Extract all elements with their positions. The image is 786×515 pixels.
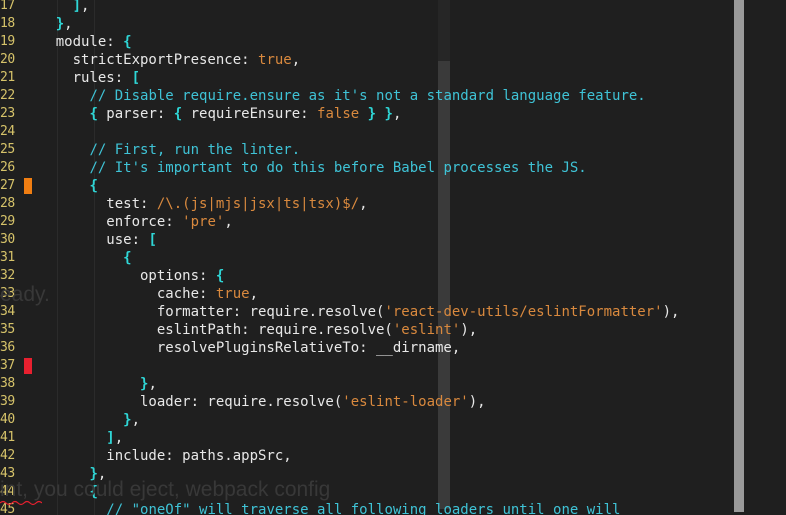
code-line[interactable]: { parser: { requireEnsure: false } }, [22, 105, 734, 123]
code-line[interactable]: cache: true, [22, 285, 734, 303]
line-number: 38 [0, 376, 15, 391]
line-number: 39 [0, 394, 15, 409]
line-number: 17 [0, 0, 15, 13]
code-line[interactable]: rules: [ [22, 69, 734, 87]
code-line[interactable]: { [22, 249, 734, 267]
code-line[interactable]: }, [22, 15, 734, 33]
overlay-text-eject: int, you could eject, webpack config [0, 478, 331, 501]
code-line[interactable]: { [22, 177, 734, 195]
code-line[interactable]: }, [22, 411, 734, 429]
code-content[interactable]: ], }, module: { strictExportPresence: tr… [22, 0, 734, 515]
error-squiggle [0, 500, 42, 506]
gutter-change-marker [24, 178, 32, 194]
line-number: 18 [0, 16, 15, 31]
code-line[interactable]: strictExportPresence: true, [22, 51, 734, 69]
line-number: 40 [0, 412, 15, 427]
overlay-text-ready: eady. [0, 283, 50, 306]
line-number-gutter: 17 18 19 20 21 22 23 24 25 26 27 28 29 30 31 32 33 34 35 36… [0, 0, 22, 515]
line-number: 21 [0, 70, 15, 85]
code-line[interactable]: loader: require.resolve('eslint-loader')… [22, 393, 734, 411]
code-line[interactable]: include: paths.appSrc, [22, 447, 734, 465]
code-line[interactable] [22, 357, 734, 375]
line-number: 36 [0, 340, 15, 355]
code-line[interactable]: module: { [22, 33, 734, 51]
code-line[interactable]: // Disable require.ensure as it's not a … [22, 87, 734, 105]
code-line[interactable]: formatter: require.resolve('react-dev-ut… [22, 303, 734, 321]
code-line[interactable]: ], [22, 0, 734, 15]
line-number: 23 [0, 106, 15, 121]
code-line[interactable]: // "oneOf" will traverse all following l… [22, 501, 734, 515]
line-number: 24 [0, 124, 15, 139]
line-number: 31 [0, 250, 15, 265]
line-number: 42 [0, 448, 15, 463]
code-line[interactable]: enforce: 'pre', [22, 213, 734, 231]
line-number: 20 [0, 52, 15, 67]
code-line[interactable] [22, 123, 734, 141]
line-number: 28 [0, 196, 15, 211]
line-number: 19 [0, 34, 15, 49]
line-number: 30 [0, 232, 15, 247]
code-line[interactable]: // It's important to do this before Babe… [22, 159, 734, 177]
line-number: 26 [0, 160, 15, 175]
code-editor[interactable]: 17 18 19 20 21 22 23 24 25 26 27 28 29 30 31 32 33 34 35 36… [0, 0, 786, 515]
line-number: 29 [0, 214, 15, 229]
line-number: 41 [0, 430, 15, 445]
code-line[interactable]: resolvePluginsRelativeTo: __dirname, [22, 339, 734, 357]
code-line[interactable]: eslintPath: require.resolve('eslint'), [22, 321, 734, 339]
code-line[interactable]: use: [ [22, 231, 734, 249]
line-number: 37 [0, 358, 15, 373]
gutter-change-marker [24, 358, 32, 374]
line-number: 27 [0, 178, 15, 193]
code-line[interactable]: options: { [22, 267, 734, 285]
code-line[interactable]: // First, run the linter. [22, 141, 734, 159]
code-line[interactable]: ], [22, 429, 734, 447]
code-line[interactable]: test: /\.(js|mjs|jsx|ts|tsx)$/, [22, 195, 734, 213]
code-line[interactable]: }, [22, 375, 734, 393]
line-number: 35 [0, 322, 15, 337]
vertical-scrollbar[interactable] [734, 0, 744, 512]
line-number: 25 [0, 142, 15, 157]
line-number: 22 [0, 88, 15, 103]
